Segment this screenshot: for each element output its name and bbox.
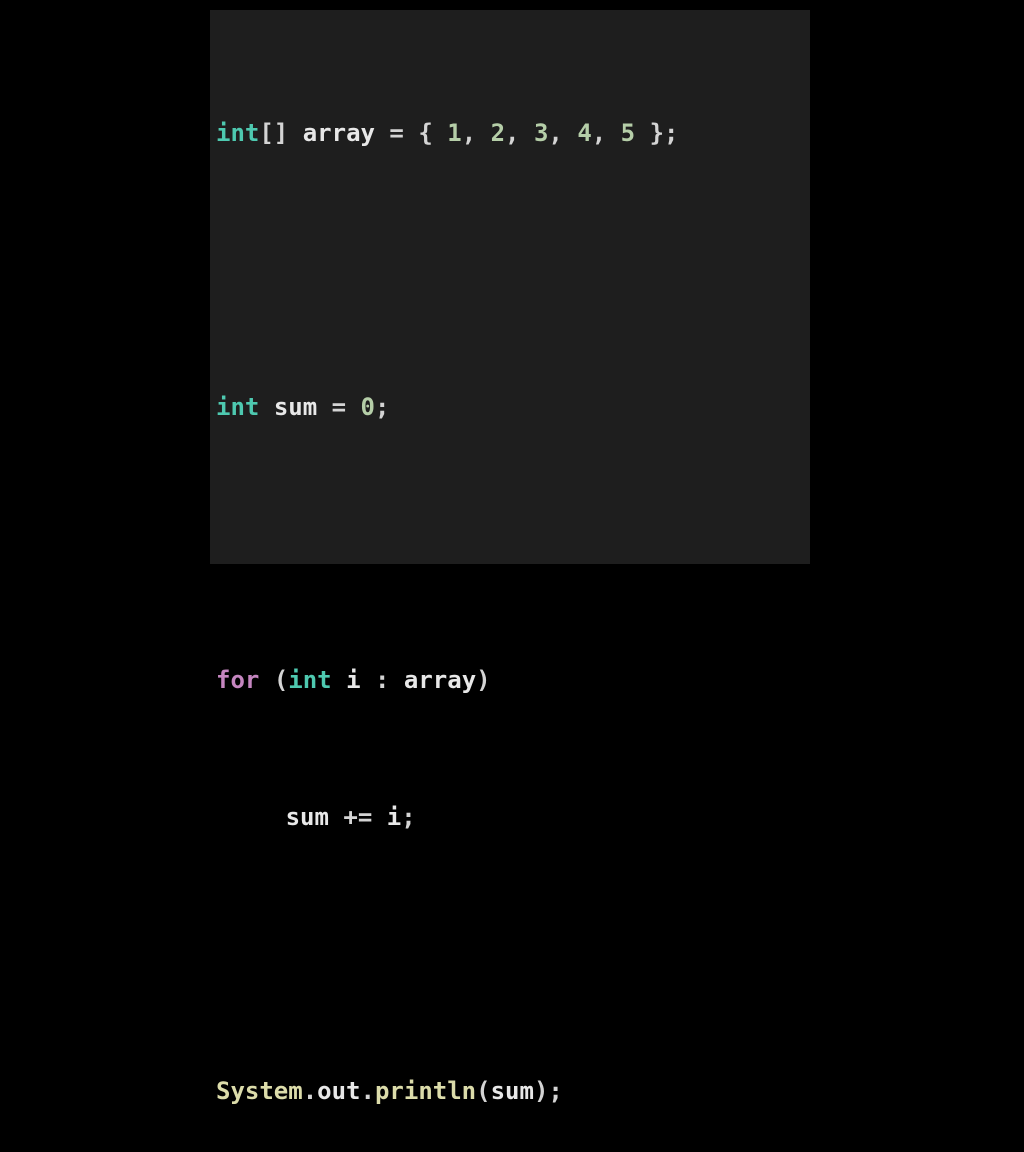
field-out: out [317,1077,360,1105]
identifier-sum: sum [274,393,317,421]
identifier-array: array [303,119,375,147]
keyword-for: for [216,666,259,694]
code-line-blank [216,248,806,294]
code-line: int sum = 0; [216,385,806,431]
identifier-i: i [346,666,360,694]
number-literal: 3 [534,119,548,147]
code-line: System.out.println(sum); [216,1069,806,1115]
keyword-int: int [216,393,259,421]
number-literal: 0 [361,393,375,421]
number-literal: 1 [447,119,461,147]
class-system: System [216,1077,303,1105]
identifier-i: i [387,803,401,831]
code-line-blank [216,932,806,978]
code-line-blank [216,522,806,568]
keyword-int: int [216,119,259,147]
code-line: sum += i; [216,795,806,841]
identifier-sum: sum [286,803,329,831]
number-literal: 5 [621,119,635,147]
identifier-array: array [404,666,476,694]
number-literal: 2 [491,119,505,147]
code-editor[interactable]: int[] array = { 1, 2, 3, 4, 5 }; int sum… [210,10,810,564]
number-literal: 4 [577,119,591,147]
keyword-int: int [288,666,331,694]
identifier-sum: sum [491,1077,534,1105]
code-block: int[] array = { 1, 2, 3, 4, 5 }; int sum… [210,10,810,1152]
code-line: for (int i : array) [216,658,806,704]
method-println: println [375,1077,476,1105]
code-line: int[] array = { 1, 2, 3, 4, 5 }; [216,111,806,157]
